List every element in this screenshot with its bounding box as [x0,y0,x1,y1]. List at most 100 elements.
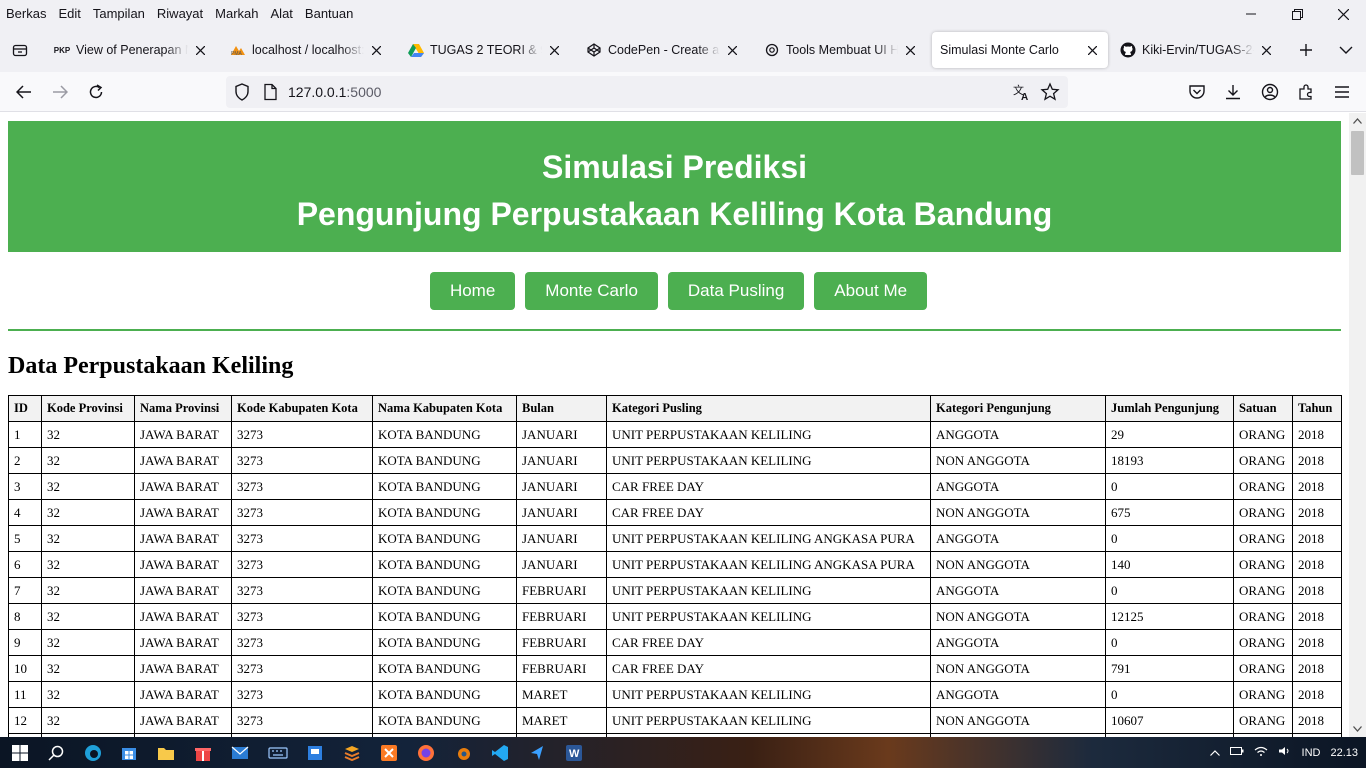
nav-data-pusling-button[interactable]: Data Pusling [667,272,805,310]
url-text[interactable]: 127.0.0.1:5000 [288,84,381,100]
menu-bantuan[interactable]: Bantuan [299,4,359,24]
blender-icon[interactable] [451,741,475,765]
close-tab-icon[interactable] [368,42,384,58]
minimize-icon[interactable] [1228,0,1274,28]
restore-icon[interactable] [1274,0,1320,28]
word-icon[interactable]: W [562,741,586,765]
edge-icon[interactable] [81,741,105,765]
new-tab-icon[interactable] [1292,36,1320,64]
table-cell: JAWA BARAT [134,421,232,448]
extensions-icon[interactable] [1290,76,1322,108]
table-cell: JAWA BARAT [134,681,232,708]
close-tab-icon[interactable] [902,42,918,58]
url-bar[interactable]: 127.0.0.1:5000 文A [226,76,1068,108]
tab-google-drive[interactable]: TUGAS 2 TEORI & 9 PR [400,32,570,68]
menu-markah[interactable]: Markah [209,4,264,24]
scrollbar[interactable] [1349,113,1366,737]
menu-riwayat[interactable]: Riwayat [151,4,209,24]
table-cell: 2018 [1292,525,1342,552]
table-cell: UNIT PERPUSTAKAAN KELILING [606,421,931,448]
menu-alat[interactable]: Alat [265,4,299,24]
gift-icon[interactable] [191,741,215,765]
tab-tools-ui[interactable]: Tools Membuat UI HTM [756,32,926,68]
table-cell: ORANG [1233,629,1293,656]
close-tab-icon[interactable] [724,42,740,58]
app-orange-stack-icon[interactable] [340,741,364,765]
close-window-icon[interactable] [1320,0,1366,28]
tab-simulasi-monte-carlo[interactable]: Simulasi Monte Carlo [932,32,1108,68]
xampp-icon[interactable] [377,741,401,765]
url-host: 127.0.0.1 [288,84,347,100]
table-cell: NON ANGGOTA [930,655,1106,682]
language-indicator[interactable]: IND [1302,747,1321,759]
openai-icon [764,42,780,58]
tab-codepen[interactable]: CodePen - Create a Ne [578,32,748,68]
close-tab-icon[interactable] [192,42,208,58]
reload-icon[interactable] [80,76,112,108]
account-icon[interactable] [1254,76,1286,108]
page-icon[interactable] [260,82,280,107]
menu-tampilan[interactable]: Tampilan [87,4,151,24]
mail-icon[interactable] [228,741,252,765]
pocket-icon[interactable] [1181,76,1213,108]
chevron-down-icon[interactable] [1332,36,1360,64]
table-cell: 2018 [1292,499,1342,526]
menu-berkas[interactable]: Berkas [0,4,52,24]
table-cell: 12125 [1105,603,1234,630]
table-cell: KOTA BANDUNG [372,551,517,578]
network-icon[interactable] [1254,746,1268,759]
volume-icon[interactable] [1278,746,1292,759]
scroll-down-icon[interactable] [1349,721,1366,737]
hamburger-menu-icon[interactable] [1326,76,1358,108]
back-arrow-icon[interactable] [8,76,40,108]
nav-monte-carlo-button[interactable]: Monte Carlo [525,272,658,310]
table-cell: FEBRUARI [516,577,607,604]
table-cell: ANGGOTA [930,629,1106,656]
scrollbar-thumb[interactable] [1351,131,1364,175]
vscode-icon[interactable] [488,741,512,765]
svg-text:W: W [569,748,580,760]
table-cell: JAWA BARAT [134,551,232,578]
table-cell: 3273 [231,629,373,656]
table-cell: 3 [8,473,42,500]
nav-about-me-button[interactable]: About Me [814,272,928,310]
close-tab-icon[interactable] [1258,42,1274,58]
windows-start-icon[interactable] [8,741,32,765]
table-cell: 1 [8,421,42,448]
table-cell: 2018 [1292,551,1342,578]
keyboard-icon[interactable] [266,741,290,765]
nav-home-button[interactable]: Home [429,272,516,310]
star-icon[interactable] [1040,82,1060,107]
col-header: Kategori Pengunjung [930,395,1106,422]
forward-arrow-icon[interactable] [44,76,76,108]
search-icon[interactable] [44,741,68,765]
shield-icon[interactable] [232,82,252,107]
scroll-up-icon[interactable] [1349,113,1366,129]
table-cell: 0 [1105,681,1234,708]
menu-edit[interactable]: Edit [52,4,86,24]
table-cell: 10607 [1105,707,1234,734]
table-cell: KOTA BANDUNG [372,525,517,552]
close-tab-icon[interactable] [546,42,562,58]
header-title-line2: Pengunjung Perpustakaan Keliling Kota Ba… [296,196,1053,232]
table-cell: ORANG [1233,421,1293,448]
clock-time[interactable]: 22.13 [1330,747,1358,759]
table-cell: 32 [41,473,135,500]
close-tab-icon[interactable] [1084,42,1100,58]
app-arrow-icon[interactable] [525,741,549,765]
download-icon[interactable] [1217,76,1249,108]
tab-phpmyadmin[interactable]: PMA localhost / localhost:81 [222,32,392,68]
store-icon[interactable] [117,741,141,765]
file-explorer-icon[interactable] [154,741,178,765]
chevron-up-icon[interactable] [1209,747,1220,759]
translate-icon[interactable]: 文A [1012,82,1032,107]
tab-github[interactable]: Kiki-Ervin/TUGAS-2-TE [1112,32,1282,68]
table-cell: JAWA BARAT [134,629,232,656]
firefox-icon[interactable] [414,741,438,765]
table-cell: 2018 [1292,473,1342,500]
firefox-view-icon[interactable] [4,34,36,66]
app-blue-icon[interactable] [303,741,327,765]
table-cell: JAWA BARAT [134,655,232,682]
tab-penerapan[interactable]: PKP View of Penerapan Me [46,32,216,68]
battery-icon[interactable] [1229,746,1244,759]
